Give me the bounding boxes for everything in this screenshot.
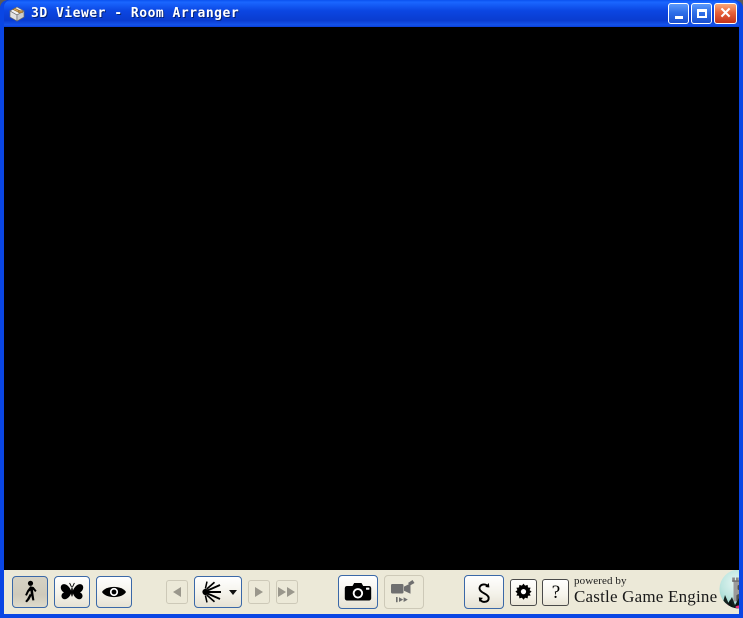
title-bar[interactable]: 3D Viewer - Room Arranger ✕ — [4, 0, 739, 27]
reset-view-button[interactable] — [464, 575, 504, 609]
help-button[interactable]: ? — [542, 578, 569, 606]
navigation-fly-button[interactable] — [54, 576, 90, 608]
reload-icon — [472, 580, 496, 604]
close-icon: ✕ — [719, 4, 732, 22]
screenshot-button[interactable] — [338, 575, 378, 609]
question-mark-icon: ? — [548, 582, 564, 602]
camera-icon — [344, 581, 372, 603]
video-camera-icon — [389, 578, 419, 606]
fast-forward-icon — [278, 587, 296, 597]
minimize-icon — [674, 15, 683, 19]
3d-box-icon — [8, 5, 26, 23]
svg-text:?: ? — [551, 582, 559, 602]
animation-play-button[interactable] — [248, 580, 270, 604]
previous-icon — [173, 587, 181, 597]
animation-previous-button[interactable] — [166, 580, 188, 604]
navigation-walk-button[interactable] — [12, 576, 48, 608]
bottom-toolbar: ? powered by Castle Game Engine — [4, 570, 739, 614]
chevron-down-icon[interactable] — [229, 589, 237, 595]
walk-icon — [19, 580, 41, 604]
castle-tower-logo — [713, 570, 739, 614]
close-button[interactable]: ✕ — [714, 3, 737, 24]
animation-select-button[interactable] — [194, 576, 242, 608]
maximize-button[interactable] — [691, 3, 712, 24]
application-window: 3D Viewer - Room Arranger ✕ ? powered by… — [0, 0, 743, 618]
engine-name-label: Castle Game Engine — [574, 586, 718, 606]
maximize-icon — [696, 9, 707, 18]
animation-burst-icon — [199, 581, 223, 603]
window-title: 3D Viewer - Room Arranger — [31, 6, 240, 21]
minimize-button[interactable] — [668, 3, 689, 24]
butterfly-icon — [60, 582, 84, 602]
gear-icon — [514, 583, 533, 602]
branding-text: powered by Castle Game Engine — [574, 576, 717, 607]
navigation-examine-button[interactable] — [96, 576, 132, 608]
engine-branding: powered by Castle Game Engine — [574, 570, 739, 614]
settings-button[interactable] — [510, 578, 537, 606]
play-icon — [255, 587, 263, 597]
eye-icon — [101, 583, 127, 601]
record-video-button[interactable] — [384, 575, 424, 609]
animation-forward-button[interactable] — [276, 580, 298, 604]
3d-render-viewport[interactable] — [4, 27, 739, 570]
